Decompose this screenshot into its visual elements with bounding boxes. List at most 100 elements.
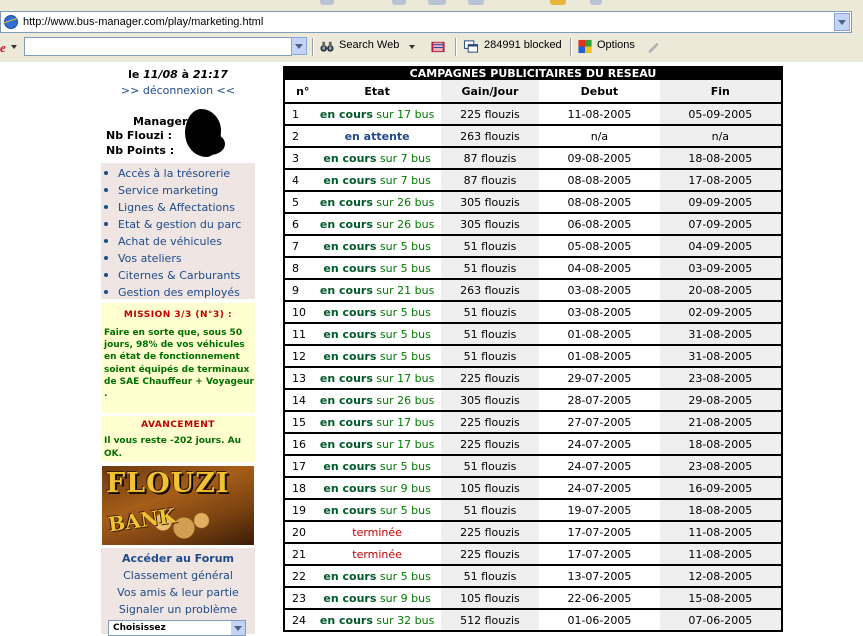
cell-fin: n/a	[659, 125, 782, 148]
status-bus-count: sur 5 bus	[376, 327, 431, 341]
mission-description: Faire en sorte que, sous 50 jours, 98% d…	[104, 328, 254, 400]
cell-gain: 263 flouzis	[440, 279, 540, 302]
cell-debut: 24-07-2005	[539, 477, 660, 500]
chevron-down-icon[interactable]	[231, 621, 245, 635]
cell-fin: 11-08-2005	[659, 543, 782, 566]
cell-fin: 31-08-2005	[659, 323, 782, 346]
address-url[interactable]: http://www.bus-manager.com/play/marketin…	[23, 16, 263, 28]
table-row: 5 en cours sur 26 bus 305 flouzis 08-08-200…	[284, 191, 782, 214]
status-label: en cours	[323, 327, 377, 341]
sidebar-item-ateliers[interactable]: Vos ateliers	[104, 252, 182, 265]
search-dropdown-button[interactable]	[291, 37, 307, 55]
search-web-dropdown-icon[interactable]	[409, 45, 415, 49]
cell-etat: en cours sur 9 bus	[313, 587, 441, 610]
sidebar-item-employes[interactable]: Gestion des employés	[104, 286, 240, 299]
address-bar[interactable]: http://www.bus-manager.com/play/marketin…	[0, 11, 852, 33]
toolbar-brand-logo[interactable]: e	[0, 40, 6, 56]
toolbar-search-input[interactable]	[24, 37, 292, 56]
forum-link[interactable]: Accéder au Forum	[101, 552, 255, 565]
status-label: en cours	[319, 195, 373, 209]
toolbar-icon-partial[interactable]	[590, 0, 602, 5]
table-row: 6 en cours sur 26 bus 305 flouzis 06-08-200…	[284, 213, 782, 236]
sidebar-item-marketing[interactable]: Service marketing	[104, 184, 218, 197]
toolbar-icon-partial[interactable]	[320, 0, 334, 5]
sidebar-item-parc[interactable]: Etat & gestion du parc	[104, 218, 241, 231]
ranking-link[interactable]: Classement général	[101, 569, 255, 582]
cell-etat: en cours sur 5 bus	[313, 499, 441, 522]
bullet-icon	[104, 222, 108, 226]
cell-number: 11	[284, 323, 314, 346]
sidebar-item-tresorerie[interactable]: Accès à la trésorerie	[104, 167, 230, 180]
menu-label: Accès à la trésorerie	[118, 167, 231, 180]
cell-etat: en cours sur 9 bus	[313, 477, 441, 500]
cell-number: 21	[284, 543, 314, 566]
search-web-button[interactable]: Search Web	[339, 39, 399, 51]
progress-description: Il vous reste -202 jours. Au OK.	[104, 436, 242, 459]
menu-label: Lignes & Affectations	[118, 201, 235, 214]
jump-select[interactable]: Choisissez	[108, 620, 246, 636]
cell-gain: 51 flouzis	[440, 565, 540, 588]
cell-fin: 09-09-2005	[659, 191, 782, 214]
cell-gain: 225 flouzis	[440, 103, 540, 126]
toolbar-icon-partial[interactable]	[428, 0, 446, 5]
col-header-etat: Etat	[313, 80, 441, 104]
col-header-fin: Fin	[659, 80, 782, 104]
cell-gain: 263 flouzis	[440, 125, 540, 148]
sidebar-item-lignes[interactable]: Lignes & Affectations	[104, 201, 235, 214]
logout-link[interactable]: >> déconnexion <<	[101, 84, 255, 97]
mission-box: MISSION 3/3 (N°3) : Faire en sorte que, …	[101, 303, 255, 413]
date-separator: à	[181, 68, 190, 81]
status-bus-count: sur 17 bus	[372, 371, 435, 385]
popups-blocked-counter[interactable]: 284991 blocked	[484, 39, 562, 51]
manager-label: Manager	[133, 115, 188, 128]
sidebar-item-citernes[interactable]: Citernes & Carburants	[104, 269, 240, 282]
toolbar-icon-partial[interactable]	[550, 0, 566, 5]
pencil-icon[interactable]	[645, 39, 661, 54]
options-button[interactable]: Options	[597, 39, 635, 51]
brand-dropdown-icon[interactable]	[11, 45, 17, 49]
cell-fin: 29-08-2005	[659, 389, 782, 412]
cell-debut: 24-07-2005	[539, 455, 660, 478]
cell-etat: en attente	[313, 125, 441, 148]
table-title: CAMPAGNES PUBLICITAIRES DU RESEAU	[284, 66, 782, 80]
status-bus-count: sur 17 bus	[372, 415, 435, 429]
cell-fin: 11-08-2005	[659, 521, 782, 544]
table-row: 14 en cours sur 26 bus 305 flouzis 28-07-20…	[284, 389, 782, 412]
cell-etat: en cours sur 17 bus	[313, 411, 441, 434]
table-row: 15 en cours sur 17 bus 225 flouzis 27-07-20…	[284, 411, 782, 434]
col-header-gain: Gain/Jour	[440, 80, 540, 104]
flouzi-bank-banner[interactable]: FLOUZI BANK	[102, 466, 254, 545]
table-row: 21 terminée 225 flouzis 17-07-2005 11-08-200…	[284, 543, 782, 566]
address-dropdown-button[interactable]	[834, 13, 850, 31]
cell-etat: en cours sur 17 bus	[313, 367, 441, 390]
status-label: terminée	[352, 525, 402, 539]
status-label: en cours	[319, 393, 373, 407]
cell-debut: 08-08-2005	[539, 169, 660, 192]
sidebar-item-achat[interactable]: Achat de véhicules	[104, 235, 222, 248]
status-label: en cours	[319, 217, 373, 231]
friends-link[interactable]: Vos amis & leur partie	[101, 586, 255, 599]
table-title-row: CAMPAGNES PUBLICITAIRES DU RESEAU	[284, 66, 782, 80]
table-row: 10 en cours sur 5 bus 51 flouzis 03-08-2005…	[284, 301, 782, 324]
cell-number: 18	[284, 477, 314, 500]
cell-etat: en cours sur 26 bus	[313, 191, 441, 214]
bullet-icon	[104, 273, 108, 277]
cell-fin: 18-08-2005	[659, 433, 782, 456]
cell-gain: 51 flouzis	[440, 235, 540, 258]
cell-debut: 29-07-2005	[539, 367, 660, 390]
toolbar-icon-partial[interactable]	[392, 0, 406, 5]
cell-debut: 01-06-2005	[539, 609, 660, 632]
menu-label: Gestion des employés	[118, 286, 240, 299]
cell-fin: 16-09-2005	[659, 477, 782, 500]
cell-gain: 225 flouzis	[440, 433, 540, 456]
browser-chrome: http://www.bus-manager.com/play/marketin…	[0, 0, 863, 62]
highlight-book-icon[interactable]	[430, 39, 446, 54]
cell-etat: terminée	[313, 521, 441, 544]
bank-logo-word1: FLOUZI	[106, 468, 230, 499]
cell-number: 2	[284, 125, 314, 148]
toolbar-icon-partial[interactable]	[468, 0, 484, 5]
cell-debut: 28-07-2005	[539, 389, 660, 412]
report-problem-link[interactable]: Signaler un problème	[101, 603, 255, 616]
cell-fin: 18-08-2005	[659, 147, 782, 170]
cell-gain: 87 flouzis	[440, 169, 540, 192]
